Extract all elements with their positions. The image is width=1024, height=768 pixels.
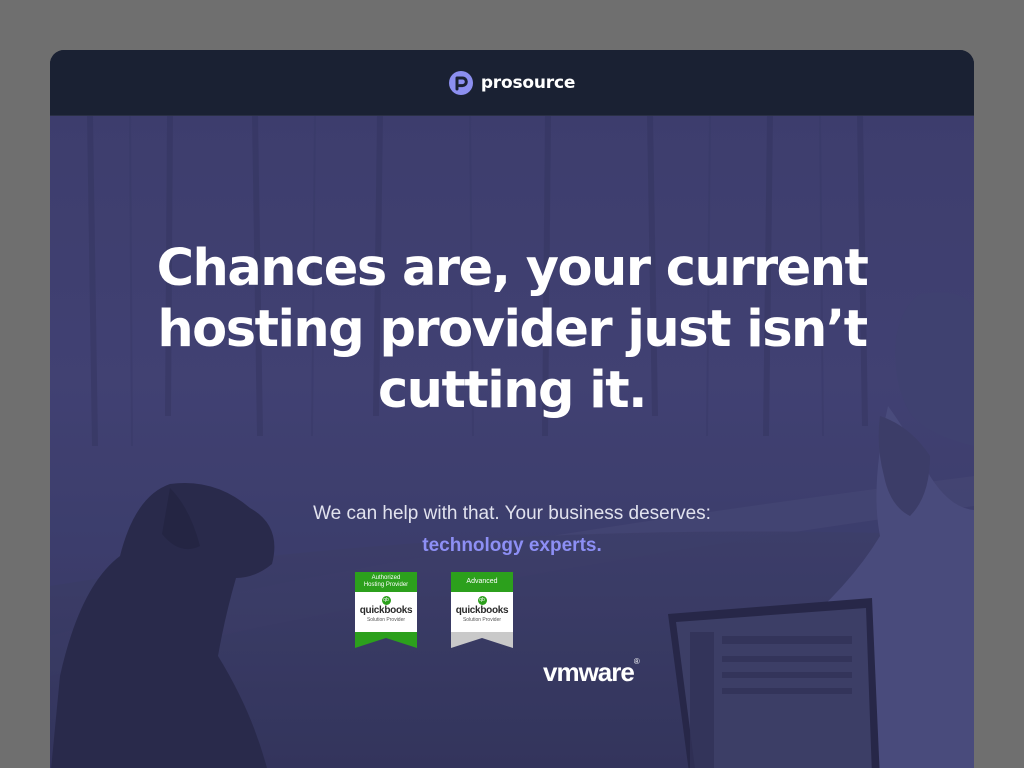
badge-card: qb quickbooks Solution Provider bbox=[355, 592, 417, 632]
badge-caption: Solution Provider bbox=[366, 617, 406, 623]
badge-card: qb quickbooks Solution Provider bbox=[451, 592, 513, 632]
quickbooks-advanced-badge: Advanced qb quickbooks Solution Provider bbox=[451, 572, 513, 648]
brand-logo-link[interactable]: prosource bbox=[448, 70, 576, 95]
badge-product: quickbooks bbox=[455, 605, 509, 616]
quickbooks-authorized-hosting-badge: Authorized Hosting Provider qb quickbook… bbox=[355, 572, 417, 648]
browser-window: prosource Chances are, your current host… bbox=[50, 50, 974, 768]
headline-line-3: cutting it. bbox=[377, 361, 648, 420]
badge-ribbon-tail bbox=[355, 632, 417, 648]
badge-ribbon-tail bbox=[451, 632, 513, 648]
quickbooks-icon: qb bbox=[477, 596, 487, 605]
vmware-logo: vmware® bbox=[543, 657, 640, 687]
hero-subheading: We can help with that. Your business des… bbox=[313, 503, 711, 524]
badge-band: Advanced bbox=[451, 572, 513, 592]
badge-band: Authorized Hosting Provider bbox=[355, 572, 417, 592]
brand-name: prosource bbox=[480, 72, 576, 93]
hero-tint-overlay bbox=[50, 116, 974, 768]
badge-caption: Solution Provider bbox=[462, 617, 502, 623]
prosource-logo-icon bbox=[448, 70, 473, 95]
certification-badges: Authorized Hosting Provider qb quickbook… bbox=[50, 572, 974, 648]
hero-section: Chances are, your current hosting provid… bbox=[50, 116, 974, 768]
hero-headline: Chances are, your current hosting provid… bbox=[120, 238, 904, 421]
headline-line-1: Chances are, your current bbox=[156, 239, 869, 298]
headline-line-2: hosting provider just isn’t bbox=[157, 300, 868, 359]
badge-product: quickbooks bbox=[359, 605, 413, 616]
hero-highlight: technology experts. bbox=[422, 535, 602, 556]
top-nav-bar: prosource bbox=[50, 50, 974, 116]
quickbooks-icon: qb bbox=[381, 596, 391, 605]
